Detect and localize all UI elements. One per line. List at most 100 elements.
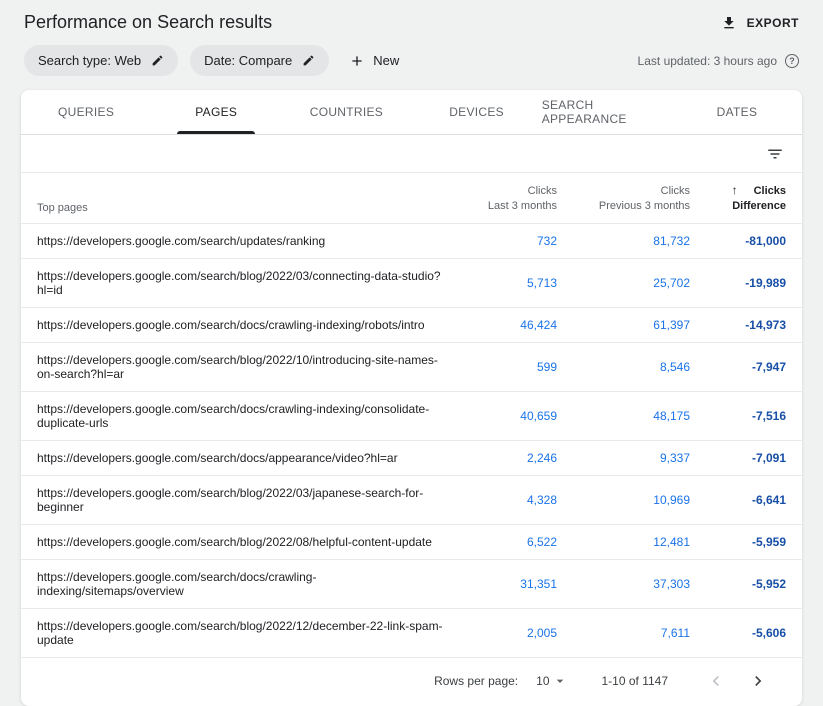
clicks-last-3-months-value: 6,522 [445,525,557,560]
export-label: EXPORT [747,16,799,30]
col-header-line: Last 3 months [445,199,557,214]
page-url[interactable]: https://developers.google.com/search/blo… [21,525,445,560]
clicks-last-3-months-value: 599 [445,343,557,392]
clicks-previous-3-months-value: 7,611 [557,609,690,658]
table-row[interactable]: https://developers.google.com/search/doc… [21,560,802,609]
new-filter-button[interactable]: New [349,53,399,69]
tab-label: SEARCH APPEARANCE [542,98,672,126]
pager [704,669,770,693]
clicks-previous-3-months-value: 25,702 [557,259,690,308]
help-icon[interactable]: ? [785,54,799,68]
tab-label: DATES [717,105,758,119]
tab-queries[interactable]: QUERIES [21,90,151,134]
top-pages-table: Top pages Clicks Last 3 months Clicks Pr… [21,173,802,657]
date-compare-chip[interactable]: Date: Compare [190,45,329,76]
page-url[interactable]: https://developers.google.com/search/blo… [21,259,445,308]
page-title: Performance on Search results [24,12,272,33]
clicks-difference-value: -7,947 [690,343,802,392]
table-row[interactable]: https://developers.google.com/search/doc… [21,392,802,441]
table-header-row: Top pages Clicks Last 3 months Clicks Pr… [21,173,802,224]
new-filter-label: New [373,53,399,68]
page-header: Performance on Search results EXPORT [0,0,823,37]
clicks-difference-value: -81,000 [690,224,802,259]
tab-label: PAGES [195,105,237,119]
clicks-difference-value: -19,989 [690,259,802,308]
filter-rows-button[interactable] [762,141,788,167]
tab-dates[interactable]: DATES [672,90,802,134]
edit-pencil-icon [302,54,315,67]
clicks-last-3-months-value: 2,246 [445,441,557,476]
chevron-left-icon [706,671,726,691]
col-header-line: Previous 3 months [557,199,690,214]
tab-search-appearance[interactable]: SEARCH APPEARANCE [542,90,672,134]
next-page-button[interactable] [746,669,770,693]
search-console-performance-page: Performance on Search results EXPORT Sea… [0,0,823,706]
clicks-last-3-months-value: 40,659 [445,392,557,441]
col-header-top-pages[interactable]: Top pages [21,173,445,224]
clicks-previous-3-months-value: 8,546 [557,343,690,392]
table-toolbar [21,135,802,173]
page-url[interactable]: https://developers.google.com/search/blo… [21,476,445,525]
tab-pages[interactable]: PAGES [151,90,281,134]
search-type-chip[interactable]: Search type: Web [24,45,178,76]
clicks-last-3-months-value: 31,351 [445,560,557,609]
clicks-last-3-months-value: 2,005 [445,609,557,658]
performance-table-card: QUERIES PAGES COUNTRIES DEVICES SEARCH A… [21,90,802,706]
clicks-difference-value: -7,516 [690,392,802,441]
tab-label: QUERIES [58,105,114,119]
sort-ascending-icon: ↑ [732,183,738,197]
tab-label: DEVICES [449,105,504,119]
tab-countries[interactable]: COUNTRIES [281,90,411,134]
col-header-clicks-last-3-months[interactable]: Clicks Last 3 months [445,173,557,224]
clicks-difference-value: -7,091 [690,441,802,476]
clicks-difference-value: -5,952 [690,560,802,609]
page-url[interactable]: https://developers.google.com/search/doc… [21,441,445,476]
filter-chips: Search type: Web Date: Compare New [24,45,399,76]
clicks-difference-value: -5,959 [690,525,802,560]
clicks-last-3-months-value: 5,713 [445,259,557,308]
table-row[interactable]: https://developers.google.com/search/blo… [21,525,802,560]
col-header-line: Clicks [445,184,557,199]
page-url[interactable]: https://developers.google.com/search/blo… [21,343,445,392]
clicks-previous-3-months-value: 9,337 [557,441,690,476]
table-row[interactable]: https://developers.google.com/search/blo… [21,343,802,392]
previous-page-button[interactable] [704,669,728,693]
table-body: https://developers.google.com/search/upd… [21,224,802,658]
date-compare-chip-label: Date: Compare [204,53,292,68]
table-footer: Rows per page: 10 1-10 of 1147 [21,657,802,706]
col-header-text: Clicks [754,185,786,197]
tab-devices[interactable]: DEVICES [412,90,542,134]
table-row[interactable]: https://developers.google.com/search/doc… [21,308,802,343]
table-row[interactable]: https://developers.google.com/search/blo… [21,259,802,308]
last-updated: Last updated: 3 hours ago ? [638,54,799,68]
table-row[interactable]: https://developers.google.com/search/blo… [21,609,802,658]
clicks-previous-3-months-value: 81,732 [557,224,690,259]
page-url[interactable]: https://developers.google.com/search/blo… [21,609,445,658]
page-url[interactable]: https://developers.google.com/search/doc… [21,560,445,609]
clicks-last-3-months-value: 4,328 [445,476,557,525]
col-header-clicks-difference[interactable]: ↑Clicks Difference [690,173,802,224]
tab-bar: QUERIES PAGES COUNTRIES DEVICES SEARCH A… [21,90,802,135]
col-header-clicks-previous-3-months[interactable]: Clicks Previous 3 months [557,173,690,224]
table-row[interactable]: https://developers.google.com/search/blo… [21,476,802,525]
pagination-range: 1-10 of 1147 [602,674,669,688]
dropdown-arrow-icon [552,673,568,689]
col-header-line: Clicks [557,184,690,199]
clicks-last-3-months-value: 732 [445,224,557,259]
clicks-previous-3-months-value: 48,175 [557,392,690,441]
tab-label: COUNTRIES [310,105,383,119]
page-url[interactable]: https://developers.google.com/search/doc… [21,308,445,343]
filter-bar: Search type: Web Date: Compare New Last … [0,37,823,90]
clicks-previous-3-months-value: 37,303 [557,560,690,609]
table-row[interactable]: https://developers.google.com/search/doc… [21,441,802,476]
clicks-last-3-months-value: 46,424 [445,308,557,343]
rows-per-page-value: 10 [536,674,549,688]
export-button[interactable]: EXPORT [721,15,799,31]
page-url[interactable]: https://developers.google.com/search/doc… [21,392,445,441]
clicks-previous-3-months-value: 12,481 [557,525,690,560]
download-icon [721,15,737,31]
rows-per-page-select[interactable]: 10 [536,673,567,689]
rows-per-page-label: Rows per page: [434,674,518,688]
table-row[interactable]: https://developers.google.com/search/upd… [21,224,802,259]
page-url[interactable]: https://developers.google.com/search/upd… [21,224,445,259]
